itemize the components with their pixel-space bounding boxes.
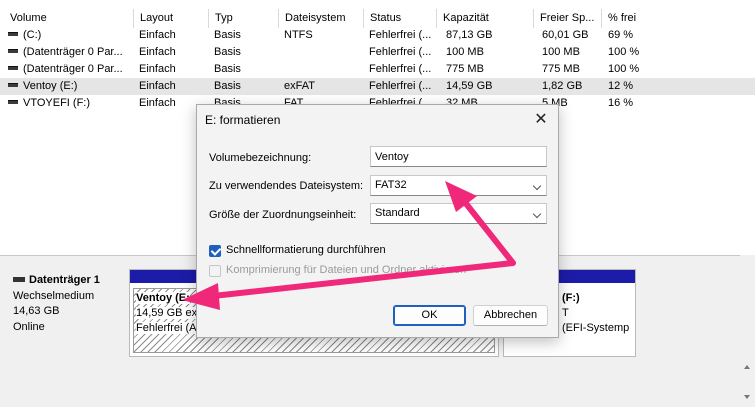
volume-free-percent: 69 % [608, 29, 634, 41]
partition-name: (F:) [562, 292, 580, 304]
removable-disk-icon [13, 276, 25, 282]
volume-free-percent: 100 % [608, 46, 640, 58]
scroll-up-arrow-icon[interactable] [744, 365, 750, 369]
partition-size: 14,59 GB ex [136, 307, 198, 319]
volume-status: Fehlerfrei (... [369, 46, 432, 58]
column-header-typ[interactable]: Typ [209, 9, 279, 28]
column-header-status[interactable]: Status [364, 9, 437, 28]
volume-row-c[interactable]: (C:) Einfach Basis NTFS Fehlerfrei (... … [0, 27, 755, 44]
volume-label-caption: Volumebezeichnung: [209, 152, 312, 164]
volume-type: Basis [214, 29, 241, 41]
volume-row-partition-2[interactable]: (Datenträger 0 Par... Einfach Basis Fehl… [0, 61, 755, 78]
column-header-layout[interactable]: Layout [134, 9, 209, 28]
scroll-down-arrow-icon[interactable] [744, 395, 750, 399]
quick-format-label: Schnellformatierung durchführen [226, 244, 386, 256]
chevron-down-icon [532, 181, 542, 191]
format-dialog: E: formatieren ✕ Volumebezeichnung: Zu v… [196, 104, 559, 338]
volume-name: VTOYEFI (F:) [23, 97, 91, 109]
column-header-prozent-frei[interactable]: % frei [602, 9, 755, 28]
volume-type: Basis [214, 63, 241, 75]
partition-size: T [562, 307, 569, 319]
volume-row-ventoy[interactable]: Ventoy (E:) Einfach Basis exFAT Fehlerfr… [0, 78, 755, 95]
allocation-size-value: Standard [375, 207, 420, 219]
cancel-button[interactable]: Abbrechen [473, 305, 548, 326]
volume-free-percent: 16 % [608, 97, 634, 109]
compression-checkbox [209, 265, 221, 277]
volume-status: Fehlerfrei (... [369, 29, 432, 41]
volume-capacity: 100 MB [446, 46, 484, 58]
column-header-volume[interactable]: Volume [4, 9, 134, 28]
volume-row-partition-1[interactable]: (Datenträger 0 Par... Einfach Basis Fehl… [0, 44, 755, 61]
volume-free-percent: 12 % [608, 80, 634, 92]
chevron-down-icon [532, 209, 542, 219]
volume-free-space: 60,01 GB [542, 29, 589, 41]
volume-icon [8, 100, 18, 105]
volume-free-percent: 100 % [608, 63, 640, 75]
filesystem-caption: Zu verwendendes Dateisystem: [209, 180, 364, 192]
volume-icon [8, 66, 18, 71]
volume-name: (Datenträger 0 Par... [23, 63, 123, 75]
partition-name: Ventoy (E: [136, 292, 190, 304]
volume-capacity: 14,59 GB [446, 80, 493, 92]
disk-size: 14,63 GB [13, 305, 60, 317]
volume-type: Basis [214, 46, 241, 58]
volume-filesystem [284, 61, 364, 78]
volume-filesystem [284, 44, 364, 61]
partition-status: (EFI-Systemp [562, 322, 630, 334]
volume-icon [8, 49, 18, 54]
ok-button[interactable]: OK [393, 305, 466, 326]
dialog-title: E: formatieren [205, 113, 281, 127]
allocation-size-caption: Größe der Zuordnungseinheit: [209, 209, 357, 221]
filesystem-value: FAT32 [375, 179, 407, 191]
disk-type: Wechselmedium [13, 290, 95, 302]
disk-info[interactable]: Datenträger 1 Wechselmedium 14,63 GB Onl… [6, 266, 126, 366]
volume-free-space: 1,82 GB [542, 80, 583, 92]
volume-layout: Einfach [139, 46, 176, 58]
column-header-dateisystem[interactable]: Dateisystem [279, 9, 364, 28]
vertical-scrollbar[interactable] [740, 255, 755, 407]
volume-name: Ventoy (E:) [23, 80, 78, 92]
volume-layout: Einfach [139, 80, 176, 92]
volume-capacity: 87,13 GB [446, 29, 493, 41]
volume-name: (Datenträger 0 Par... [23, 46, 123, 58]
disk-state: Online [13, 321, 45, 333]
volume-free-space: 100 MB [542, 46, 580, 58]
close-icon[interactable]: ✕ [530, 109, 552, 131]
volume-filesystem: NTFS [284, 29, 313, 41]
volume-layout: Einfach [139, 29, 176, 41]
column-header-kapazitaet[interactable]: Kapazität [437, 9, 534, 28]
volume-status: Fehlerfrei (... [369, 80, 432, 92]
quick-format-checkbox[interactable] [209, 245, 221, 257]
filesystem-select[interactable]: FAT32 [370, 175, 547, 196]
volume-icon [8, 83, 18, 88]
compression-label: Komprimierung für Dateien und Ordner akt… [226, 264, 467, 276]
disk-name: Datenträger 1 [29, 274, 100, 286]
volume-filesystem: exFAT [284, 80, 315, 92]
volume-capacity: 775 MB [446, 63, 484, 75]
volume-icon [8, 32, 18, 37]
volume-free-space: 775 MB [542, 63, 580, 75]
volume-name: (C:) [23, 29, 42, 41]
column-header-freier-speicher[interactable]: Freier Sp... [534, 9, 602, 28]
volume-label-input[interactable] [370, 146, 547, 167]
volume-layout: Einfach [139, 63, 176, 75]
volume-type: Basis [214, 80, 241, 92]
partition-status: Fehlerfrei (A [136, 322, 197, 334]
volume-status: Fehlerfrei (... [369, 63, 432, 75]
allocation-size-select[interactable]: Standard [370, 203, 547, 224]
